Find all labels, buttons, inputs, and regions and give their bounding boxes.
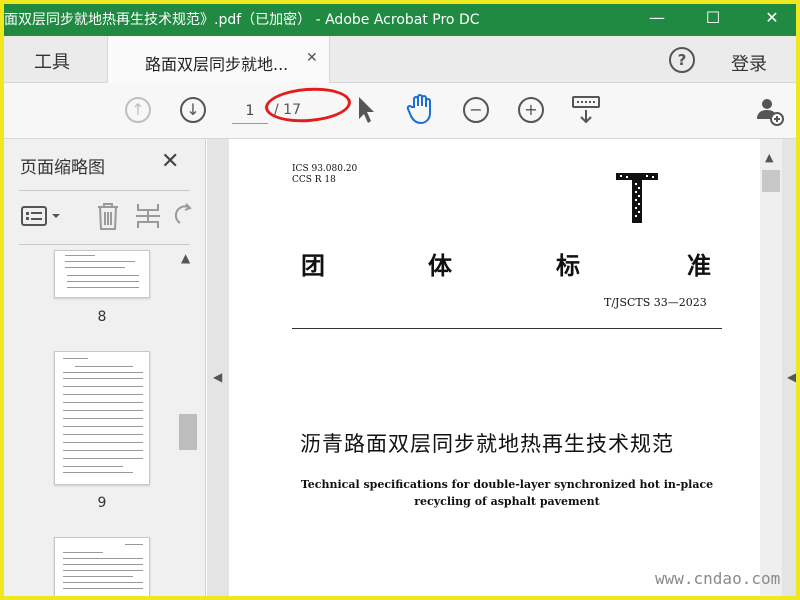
panel-close-icon[interactable]: ✕ bbox=[161, 149, 179, 174]
next-page-icon[interactable]: ↓ bbox=[180, 97, 206, 123]
select-cursor-icon[interactable] bbox=[356, 95, 378, 125]
tab-bar: 工具 路面双层同步就地... ✕ ? 登录 bbox=[0, 36, 800, 84]
expand-right-panel-icon[interactable]: ◀ bbox=[787, 370, 796, 384]
document-scrollbar[interactable]: ▲ bbox=[760, 139, 782, 600]
document-title-chinese: 沥青路面双层同步就地热再生技术规范 bbox=[300, 432, 674, 456]
panel-title: 页面缩略图 bbox=[20, 158, 105, 178]
page-thumbnail-10[interactable] bbox=[54, 537, 150, 600]
tab-document-label: 路面双层同步就地... bbox=[145, 55, 289, 74]
page-thumbnail-8[interactable] bbox=[54, 250, 150, 298]
standard-type-char-4: 准 bbox=[687, 252, 711, 280]
rotate-page-icon[interactable] bbox=[174, 203, 192, 229]
zoom-in-icon[interactable]: + bbox=[518, 97, 544, 123]
ccs-number: CCS R 18 bbox=[292, 175, 336, 185]
panel-divider-2 bbox=[19, 244, 190, 245]
maximize-button[interactable]: ☐ bbox=[701, 6, 725, 30]
scroll-up-icon[interactable]: ▲ bbox=[181, 251, 190, 265]
hand-tool-icon[interactable] bbox=[406, 93, 436, 125]
options-menu-icon[interactable] bbox=[20, 203, 64, 229]
minimize-button[interactable]: — bbox=[645, 6, 669, 30]
thumbnail-panel: 页面缩略图 ✕ 8 9 ▲ bbox=[0, 139, 206, 600]
standard-type-char-2: 体 bbox=[428, 252, 452, 280]
page-thumbnail-label-9: 9 bbox=[97, 495, 107, 511]
title-bar: 面双层同步就地热再生技术规范》.pdf（已加密） - Adobe Acrobat… bbox=[0, 0, 800, 36]
help-icon[interactable]: ? bbox=[669, 47, 695, 73]
ics-code: ICS 93.080.20 CCS R 18 bbox=[292, 164, 357, 186]
watermark-text: www.cndao.com bbox=[655, 569, 781, 588]
extract-page-icon[interactable] bbox=[134, 201, 162, 231]
zoom-out-icon[interactable]: − bbox=[463, 97, 489, 123]
standard-type-char-1: 团 bbox=[301, 252, 325, 280]
page-display-icon[interactable] bbox=[571, 95, 601, 127]
header-rule bbox=[292, 328, 722, 329]
page-number-input[interactable]: 1 bbox=[232, 98, 268, 124]
previous-page-icon[interactable]: ↑ bbox=[125, 97, 151, 123]
standard-type-char-3: 标 bbox=[556, 252, 580, 280]
document-scroll-up-icon[interactable]: ▲ bbox=[765, 151, 773, 164]
toolbar: ↑ ↓ 1 / 17 − + bbox=[0, 83, 800, 139]
document-page bbox=[229, 139, 760, 600]
delete-page-icon[interactable] bbox=[94, 201, 122, 231]
tab-close-icon[interactable]: ✕ bbox=[306, 50, 318, 66]
ics-number: ICS 93.080.20 bbox=[292, 164, 358, 174]
tab-tools-label: 工具 bbox=[34, 52, 70, 73]
page-thumbnail-label-8: 8 bbox=[97, 309, 107, 325]
window-title: 面双层同步就地热再生技术规范》.pdf（已加密） - Adobe Acrobat… bbox=[4, 12, 480, 28]
thumbnail-scroll-thumb[interactable] bbox=[179, 414, 197, 450]
page-thumbnail-9[interactable] bbox=[54, 351, 150, 485]
login-button[interactable]: 登录 bbox=[731, 50, 767, 76]
english-title-line-2: recycling of asphalt pavement bbox=[414, 495, 600, 508]
collapse-left-panel-icon[interactable]: ◀ bbox=[213, 370, 222, 384]
standard-logo-t bbox=[616, 173, 658, 223]
add-user-icon[interactable] bbox=[754, 95, 786, 127]
standard-number: T/JSCTS 33—2023 bbox=[604, 296, 707, 309]
close-window-button[interactable]: ✕ bbox=[760, 6, 784, 30]
english-title-line-1: Technical specifications for double-laye… bbox=[300, 478, 714, 491]
panel-divider bbox=[19, 190, 190, 191]
document-scroll-thumb[interactable] bbox=[762, 170, 780, 192]
document-title-english: Technical specifications for double-laye… bbox=[300, 476, 714, 510]
tab-document[interactable]: 路面双层同步就地... ✕ bbox=[108, 36, 330, 84]
panel-toolbar bbox=[20, 201, 195, 231]
tab-tools[interactable]: 工具 bbox=[0, 36, 108, 83]
